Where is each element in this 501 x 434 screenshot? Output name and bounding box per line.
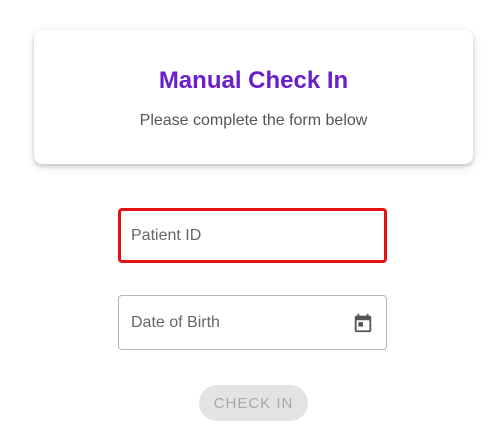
patient-id-field[interactable]: [118, 208, 387, 263]
check-in-page: Manual Check In Please complete the form…: [0, 0, 501, 434]
calendar-icon[interactable]: [352, 312, 374, 334]
date-of-birth-input[interactable]: [131, 296, 341, 349]
check-in-button[interactable]: CHECK IN: [199, 385, 308, 421]
page-title: Manual Check In: [158, 67, 349, 94]
page-subtitle: Please complete the form below: [139, 112, 368, 129]
date-of-birth-field[interactable]: [118, 295, 387, 350]
patient-id-input[interactable]: [131, 211, 341, 260]
header-card: Manual Check In Please complete the form…: [34, 30, 473, 164]
